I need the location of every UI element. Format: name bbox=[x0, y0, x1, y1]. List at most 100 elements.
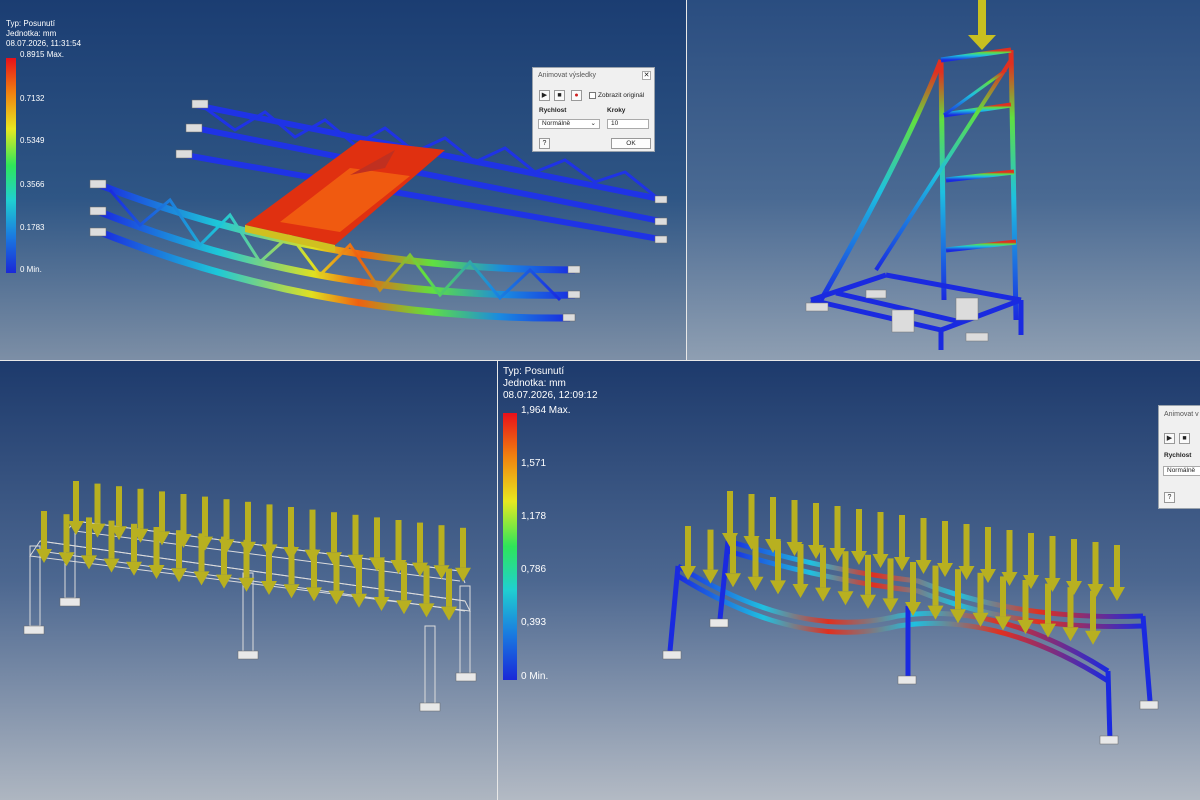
load-arrow-shaft bbox=[752, 536, 759, 577]
load-arrow-shaft bbox=[41, 511, 47, 549]
load-arrow-shaft bbox=[245, 501, 251, 542]
speed-label: Rychlost bbox=[539, 107, 567, 114]
load-arrow-shaft bbox=[176, 530, 182, 569]
load-arrow-head bbox=[894, 557, 910, 571]
load-arrow-head bbox=[455, 567, 471, 582]
wireframe-supports bbox=[23, 597, 477, 712]
load-arrow-shaft bbox=[159, 491, 165, 532]
viewport-wireframe-bottom-left[interactable] bbox=[0, 361, 498, 800]
load-arrow-shaft bbox=[985, 527, 991, 569]
load-arrow-shaft bbox=[955, 569, 961, 610]
legend-date-label: 08.07.2026, 12:09:12 bbox=[503, 390, 598, 401]
load-arrow-shaft bbox=[73, 481, 79, 521]
load-arrow-shaft bbox=[288, 546, 295, 585]
load-arrow-head bbox=[441, 606, 457, 621]
play-button[interactable]: ▶ bbox=[539, 90, 550, 101]
legend-tick: 0,393 bbox=[521, 617, 547, 628]
load-arrow-head bbox=[58, 552, 75, 567]
load-arrow-shaft bbox=[311, 549, 317, 588]
load-arrow-shaft bbox=[1045, 583, 1051, 624]
viewport-deformed-bottom-right[interactable]: Typ: Posunutí Jednotka: mm 08.07.2026, 1… bbox=[498, 361, 1200, 800]
load-arrow-head bbox=[1062, 627, 1079, 642]
load-arrow-head bbox=[306, 587, 322, 602]
ok-button[interactable]: OK bbox=[611, 138, 651, 149]
load-arrow-head bbox=[937, 563, 953, 577]
load-arrow-shaft bbox=[356, 555, 362, 594]
legend-color-bar bbox=[6, 58, 16, 273]
load-arrow-head bbox=[418, 603, 435, 618]
stop-button[interactable]: ■ bbox=[1179, 433, 1190, 444]
load-arrow-head bbox=[872, 554, 889, 568]
legend-min-label: 0 Min. bbox=[20, 265, 42, 274]
legend-min-label: 0 Min. bbox=[521, 671, 549, 682]
steps-label: Kroky bbox=[607, 107, 626, 114]
load-arrow-shaft bbox=[378, 559, 385, 597]
load-arrow-shaft bbox=[1006, 530, 1013, 572]
load-arrow-shaft bbox=[1090, 590, 1096, 631]
load-arrow-shaft bbox=[834, 506, 841, 548]
speed-select[interactable]: Normálně bbox=[1163, 466, 1200, 476]
load-arrow-head bbox=[770, 580, 786, 595]
legend-max-label: 0.8915 Max. bbox=[20, 50, 65, 59]
load-arrow-shaft bbox=[877, 512, 884, 554]
load-arrow-shaft bbox=[932, 565, 939, 606]
truss-model-render bbox=[89, 99, 668, 322]
load-arrow-head bbox=[747, 576, 764, 591]
dialog-close-button[interactable]: ✕ bbox=[642, 71, 651, 80]
load-arrow-shaft bbox=[309, 509, 316, 550]
load-arrow-shaft bbox=[1114, 545, 1120, 587]
legend-tick: 1,571 bbox=[521, 458, 547, 469]
load-arrow-shaft bbox=[820, 547, 826, 588]
legend-tick: 1,178 bbox=[521, 511, 547, 522]
animate-results-dialog-partial[interactable]: Animovat v ▶ ■ Rychlost Normálně ? bbox=[1158, 405, 1200, 509]
animate-results-dialog[interactable]: Animovat výsledky ✕ ▶ ■ ● Zobrazit origi… bbox=[532, 67, 655, 152]
steps-input[interactable]: 10 bbox=[607, 119, 649, 129]
load-arrow-head bbox=[1085, 630, 1101, 645]
load-arrow-shaft bbox=[221, 536, 227, 575]
load-arrow-shaft bbox=[899, 515, 905, 557]
load-arrow-shaft bbox=[266, 543, 272, 581]
load-arrow-head bbox=[36, 549, 52, 563]
load-arrow-shaft bbox=[770, 497, 776, 539]
load-arrow-shaft bbox=[730, 533, 736, 574]
stop-button[interactable]: ■ bbox=[554, 90, 565, 101]
panel-divider bbox=[0, 360, 1200, 361]
load-arrow-shaft bbox=[446, 568, 452, 607]
play-button[interactable]: ▶ bbox=[1164, 433, 1175, 444]
legend-max-label: 1,964 Max. bbox=[521, 405, 571, 416]
load-arrow-head bbox=[1109, 587, 1125, 601]
load-arrow-head bbox=[68, 521, 84, 535]
load-arrow-shaft bbox=[1071, 539, 1077, 581]
load-arrow-shaft bbox=[108, 520, 115, 559]
tower-model-render bbox=[805, 0, 1024, 350]
legend-tick: 0.1783 bbox=[20, 223, 45, 232]
viewport-truss-top-left[interactable]: Typ: Posunutí Jednotka: mm 08.07.2026, 1… bbox=[0, 0, 686, 361]
help-button[interactable]: ? bbox=[1164, 492, 1175, 503]
load-arrow-head bbox=[837, 591, 854, 606]
load-arrow-head bbox=[373, 597, 390, 611]
load-arrow-shaft bbox=[748, 494, 755, 536]
panel-divider bbox=[686, 0, 687, 361]
show-original-checkbox[interactable] bbox=[589, 92, 596, 99]
load-arrow-shaft bbox=[685, 526, 691, 566]
load-arrow-shaft bbox=[423, 565, 430, 604]
load-arrow-shaft bbox=[942, 521, 948, 563]
load-arrow-shaft bbox=[116, 486, 122, 527]
load-arrow-shaft bbox=[727, 491, 733, 533]
load-arrow-head bbox=[851, 551, 867, 565]
load-arrow-head bbox=[792, 584, 809, 598]
viewport-tower-top-right[interactable] bbox=[686, 0, 1200, 361]
speed-select[interactable]: Normálně ⌄ bbox=[538, 119, 600, 129]
load-arrow-shaft bbox=[1022, 580, 1029, 620]
legend-type-label: Typ: Posunutí bbox=[6, 19, 55, 28]
load-arrow-shaft bbox=[460, 527, 466, 568]
help-button[interactable]: ? bbox=[539, 138, 550, 149]
load-arrow-shaft bbox=[131, 523, 137, 562]
record-button[interactable]: ● bbox=[571, 90, 582, 101]
load-arrow-shaft bbox=[1028, 533, 1034, 575]
load-arrow-shaft bbox=[223, 499, 230, 540]
legend-date-label: 08.07.2026, 11:31:54 bbox=[6, 39, 82, 48]
load-arrow-shaft bbox=[1067, 587, 1074, 628]
load-arrow-shaft bbox=[438, 525, 445, 566]
load-arrow-shaft bbox=[288, 507, 294, 547]
